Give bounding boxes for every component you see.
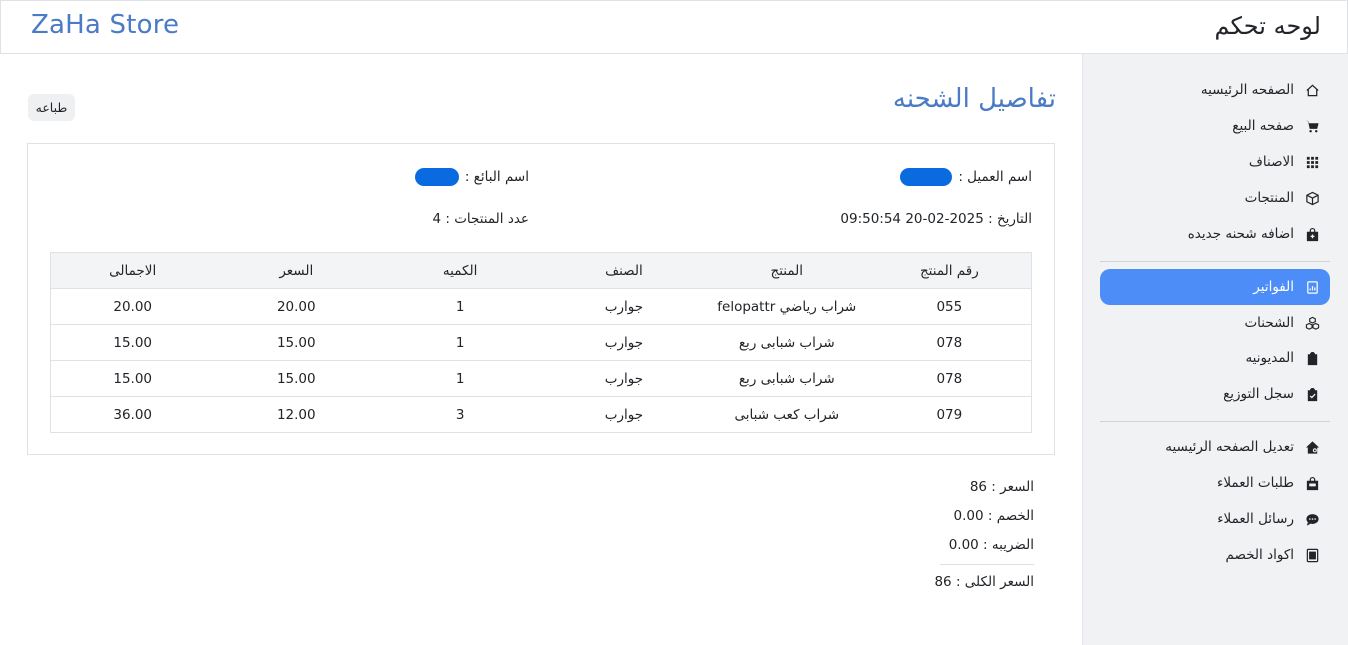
customer-label: اسم العميل : (958, 169, 1032, 185)
sidebar: الصفحه الرئيسيه صفحه البيع الاصناف المنت… (1082, 54, 1348, 645)
redacted-seller (414, 168, 459, 186)
sidebar-item-discount-codes[interactable]: اكواد الخصم (1100, 539, 1330, 571)
dashboard-title: لوحه تحكم (1214, 12, 1321, 40)
quantity-cell: 1 (378, 360, 543, 397)
voucher-icon (1304, 547, 1320, 563)
chat-icon (1304, 511, 1320, 527)
column-header: الكميه (378, 252, 543, 289)
product-name-cell: شراب شبابى ربع (705, 324, 868, 361)
price-cell: 15.00 (214, 324, 379, 361)
sidebar-divider (1100, 421, 1330, 422)
product-name-cell: شراب رياضي felopattr (705, 288, 868, 325)
seller-label: اسم البائع : (464, 169, 529, 185)
column-header: الصنف (542, 252, 706, 289)
total-cell: 36.00 (50, 396, 215, 433)
quantity-cell: 1 (378, 324, 543, 361)
home-icon (1304, 82, 1320, 98)
column-header: المنتج (705, 252, 868, 289)
sidebar-item-label: طلبات العملاء (1217, 475, 1294, 491)
table-header-row: رقم المنتج المنتج الصنف الكميه السعر الا… (50, 252, 1032, 289)
product-id-cell: 079 (867, 396, 1032, 433)
summary-tax: الضريبه : 0.00 (948, 537, 1034, 553)
cart-icon (1304, 118, 1320, 134)
grid-icon (1304, 154, 1320, 170)
products-table: رقم المنتج المنتج الصنف الكميه السعر الا… (50, 252, 1032, 433)
table-row: 055 شراب رياضي felopattr جوارب 1 20.00 2… (50, 288, 1032, 325)
top-header: ZaHa Store لوحه تحكم (0, 0, 1348, 54)
price-cell: 20.00 (214, 288, 379, 325)
summary-divider (940, 564, 1034, 565)
total-cell: 15.00 (50, 324, 215, 361)
sidebar-item-customer-orders[interactable]: طلبات العملاء (1100, 467, 1330, 499)
box-icon (1304, 190, 1320, 206)
summary-price: السعر : 86 (969, 479, 1034, 495)
sidebar-item-label: المنتجات (1244, 190, 1294, 206)
clipboard-check-icon (1304, 386, 1320, 402)
customer-name: اسم العميل : (900, 168, 1032, 186)
sidebar-item-categories[interactable]: الاصناف (1100, 146, 1330, 178)
sidebar-item-home[interactable]: الصفحه الرئيسيه (1100, 74, 1330, 106)
table-row: 078 شراب شبابى ربع جوارب 1 15.00 15.00 (50, 360, 1032, 397)
shipment-card: اسم العميل : اسم البائع : التاريخ : 2025… (27, 143, 1055, 455)
sidebar-item-label: الصفحه الرئيسيه (1200, 82, 1294, 98)
print-button[interactable]: طباعه (28, 94, 75, 121)
sidebar-item-label: صفحه البيع (1232, 118, 1294, 134)
sidebar-item-distribution-log[interactable]: سجل التوزيع (1100, 378, 1330, 410)
category-cell: جوارب (542, 396, 706, 433)
table-row: 079 شراب كعب شبابى جوارب 3 12.00 36.00 (50, 396, 1032, 433)
category-cell: جوارب (542, 360, 706, 397)
product-id-cell: 078 (867, 324, 1032, 361)
product-id-cell: 078 (867, 360, 1032, 397)
sidebar-item-shipments[interactable]: الشحنات (1100, 307, 1330, 339)
boxes-icon (1304, 315, 1320, 331)
sidebar-divider (1100, 261, 1330, 262)
total-cell: 20.00 (50, 288, 215, 325)
summary-discount: الخصم : 0.00 (953, 508, 1034, 524)
sidebar-item-label: الشحنات (1244, 315, 1294, 331)
sidebar-item-products[interactable]: المنتجات (1100, 182, 1330, 214)
house-gear-icon (1304, 439, 1320, 455)
sidebar-item-edit-homepage[interactable]: تعديل الصفحه الرئيسيه (1100, 431, 1330, 463)
sidebar-item-label: تعديل الصفحه الرئيسيه (1165, 439, 1294, 455)
sidebar-item-label: الفواتير (1253, 279, 1294, 295)
basket-icon (1304, 475, 1320, 491)
quantity-cell: 1 (378, 288, 543, 325)
product-count: عدد المنتجات : 4 (432, 211, 529, 227)
seller-name: اسم البائع : (414, 168, 529, 186)
brand-logo[interactable]: ZaHa Store (31, 10, 179, 40)
product-id-cell: 055 (867, 288, 1032, 325)
sidebar-item-sales[interactable]: صفحه البيع (1100, 110, 1330, 142)
product-name-cell: شراب كعب شبابى (705, 396, 868, 433)
total-cell: 15.00 (50, 360, 215, 397)
sidebar-item-label: رسائل العملاء (1217, 511, 1294, 527)
category-cell: جوارب (542, 324, 706, 361)
sidebar-item-label: المديونيه (1245, 350, 1294, 366)
redacted-customer (900, 168, 953, 186)
sidebar-item-customer-messages[interactable]: رسائل العملاء (1100, 503, 1330, 535)
column-header: رقم المنتج (867, 252, 1032, 289)
bag-icon (1304, 226, 1320, 242)
sidebar-item-add-shipment[interactable]: اضافه شحنه جديده (1100, 218, 1330, 250)
column-header: السعر (214, 252, 379, 289)
sidebar-item-label: الاصناف (1248, 154, 1294, 170)
shipment-date: التاريخ : 2025-02-20 09:50:54 (840, 211, 1032, 227)
receipt-icon (1304, 279, 1320, 295)
sidebar-item-label: اكواد الخصم (1225, 547, 1294, 563)
sidebar-item-debts[interactable]: المديونيه (1100, 342, 1330, 374)
sidebar-item-label: سجل التوزيع (1223, 386, 1294, 402)
page-title: تفاصيل الشحنه (892, 84, 1056, 114)
sidebar-item-label: اضافه شحنه جديده (1187, 226, 1294, 242)
summary-total: السعر الكلى : 86 (934, 574, 1034, 590)
column-header: الاجمالى (50, 252, 215, 289)
table-row: 078 شراب شبابى ربع جوارب 1 15.00 15.00 (50, 324, 1032, 361)
price-cell: 12.00 (214, 396, 379, 433)
category-cell: جوارب (542, 288, 706, 325)
sidebar-item-invoices[interactable]: الفواتير (1100, 269, 1330, 305)
price-cell: 15.00 (214, 360, 379, 397)
product-name-cell: شراب شبابى ربع (705, 360, 868, 397)
quantity-cell: 3 (378, 396, 543, 433)
clipboard-icon (1304, 350, 1320, 366)
